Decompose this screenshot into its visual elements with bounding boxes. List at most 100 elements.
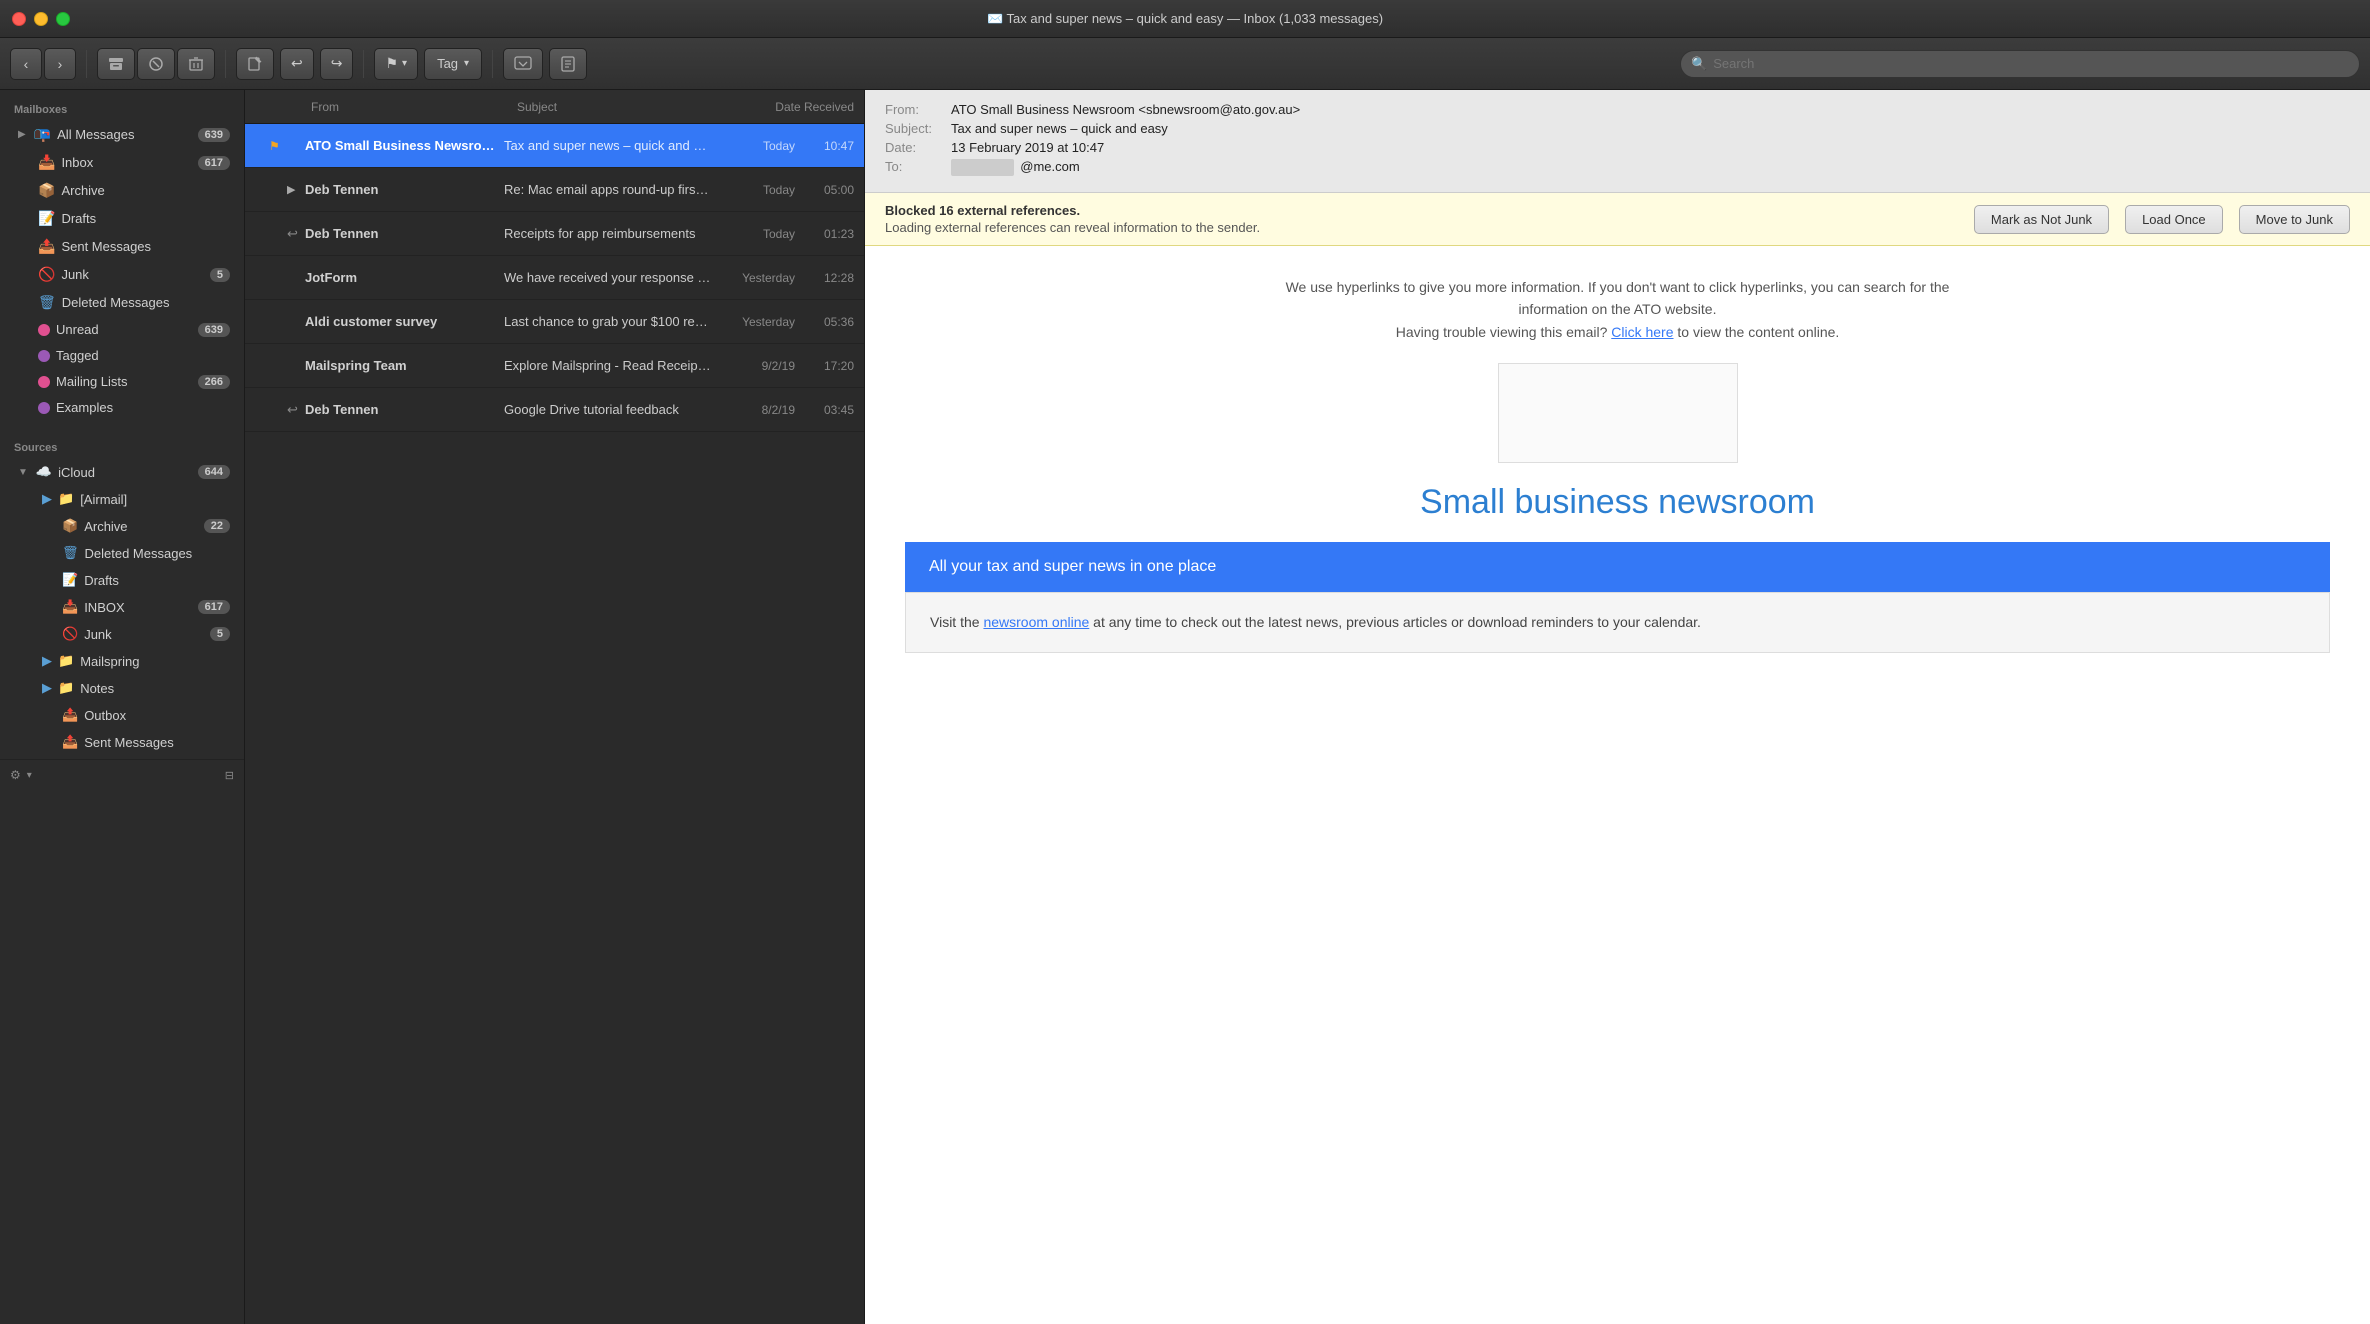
sidebar-item-tagged[interactable]: Tagged xyxy=(4,343,240,368)
delete-button[interactable] xyxy=(177,48,215,80)
info-line-4: to view the content online. xyxy=(1677,324,1839,340)
table-row[interactable]: ↩ Deb Tennen Google Drive tutorial feedb… xyxy=(245,388,864,432)
message-from: Deb Tennen xyxy=(305,402,500,417)
table-row[interactable]: ⚑ ATO Small Business Newsroom Tax and su… xyxy=(245,124,864,168)
inbox-icon: 📥 xyxy=(38,154,55,171)
search-icon: 🔍 xyxy=(1691,56,1707,72)
table-row[interactable]: ▶ Deb Tennen Re: Mac email apps round-up… xyxy=(245,168,864,212)
deleted-icon: 🗑 xyxy=(38,294,56,311)
sidebar-item-airmail[interactable]: ▶ 📁 [Airmail] xyxy=(4,486,240,512)
sidebar-item-mailing-lists[interactable]: Mailing Lists 266 xyxy=(4,369,240,394)
subject-column-header: Subject xyxy=(517,100,688,114)
mailspring-folder-icon: 📁 xyxy=(58,653,74,669)
sidebar-item-inbox[interactable]: 📥 Inbox 617 xyxy=(4,149,240,176)
message-subject: Tax and super news – quick and easy xyxy=(504,138,711,153)
sidebar-item-icloud-drafts[interactable]: 📝 Drafts xyxy=(4,567,240,593)
load-once-button[interactable]: Load Once xyxy=(2125,205,2223,234)
table-row[interactable]: Aldi customer survey Last chance to grab… xyxy=(245,300,864,344)
to-value: ██████ xyxy=(951,159,1014,176)
email-info-text: We use hyperlinks to give you more infor… xyxy=(905,276,2330,343)
reply-icon xyxy=(514,56,532,72)
sidebar-item-label: Sent Messages xyxy=(84,735,230,750)
email-subblock: Visit the newsroom online at any time to… xyxy=(905,592,2330,652)
junk-badge: 5 xyxy=(210,268,230,282)
note-icon-button[interactable] xyxy=(549,48,587,80)
unread-dot-indicator xyxy=(255,141,265,151)
newsroom-link[interactable]: newsroom online xyxy=(983,614,1089,630)
sources-header: Sources xyxy=(0,428,244,458)
message-from: Deb Tennen xyxy=(305,226,500,241)
compose-button[interactable] xyxy=(236,48,274,80)
replied-icon: ↩ xyxy=(287,402,301,418)
message-subject: Explore Mailspring - Read Receipts & Lin… xyxy=(504,358,711,373)
message-time: 05:36 xyxy=(799,315,854,329)
sidebar-item-label: Junk xyxy=(84,627,204,642)
message-date: Today xyxy=(715,227,795,241)
sidebar-item-icloud-outbox[interactable]: 📤 Outbox xyxy=(4,702,240,728)
fullscreen-button[interactable] xyxy=(56,12,70,26)
mailing-lists-badge: 266 xyxy=(198,375,230,389)
sidebar-item-icloud-notes[interactable]: ▶ 📁 Notes xyxy=(4,675,240,701)
message-preview: From: ATO Small Business Newsroom <sbnew… xyxy=(865,90,2370,1324)
sidebar-item-archive[interactable]: 📦 Archive xyxy=(4,177,240,204)
unread-dot-indicator xyxy=(255,317,265,327)
sidebar-item-deleted[interactable]: 🗑 Deleted Messages xyxy=(4,289,240,316)
sidebar-item-label: Outbox xyxy=(84,708,230,723)
sidebar-item-unread[interactable]: Unread 639 xyxy=(4,317,240,342)
archive-button[interactable] xyxy=(97,48,135,80)
sidebar-item-label: Drafts xyxy=(61,211,230,226)
sidebar-item-examples[interactable]: Examples xyxy=(4,395,240,420)
unread-dot-indicator xyxy=(255,273,265,283)
sidebar-item-icloud-archive[interactable]: 📦 Archive 22 xyxy=(4,513,240,539)
click-here-link[interactable]: Click here xyxy=(1611,324,1673,340)
table-row[interactable]: ↩ Deb Tennen Receipts for app reimbursem… xyxy=(245,212,864,256)
junk-button[interactable] xyxy=(137,48,175,80)
inbox-badge: 617 xyxy=(198,156,230,170)
toolbar: ‹ › xyxy=(0,38,2370,90)
move-to-junk-button[interactable]: Move to Junk xyxy=(2239,205,2350,234)
notes-chevron-icon: ▶ xyxy=(42,680,52,696)
to-label: To: xyxy=(885,159,945,176)
close-button[interactable] xyxy=(12,12,26,26)
forward-button[interactable]: › xyxy=(44,48,76,80)
email-banner: All your tax and super news in one place xyxy=(905,542,2330,592)
table-row[interactable]: Mailspring Team Explore Mailspring - Rea… xyxy=(245,344,864,388)
search-input[interactable] xyxy=(1713,56,2349,71)
tag-button[interactable]: Tag ▾ xyxy=(424,48,482,80)
sidebar-item-junk[interactable]: 🚫 Junk 5 xyxy=(4,261,240,288)
warning-text: Blocked 16 external references. Loading … xyxy=(885,203,1958,235)
table-row[interactable]: JotForm We have received your response f… xyxy=(245,256,864,300)
unread-badge: 639 xyxy=(198,323,230,337)
icloud-chevron-icon: ▼ xyxy=(18,467,28,478)
sidebar-item-icloud-mailspring[interactable]: ▶ 📁 Mailspring xyxy=(4,648,240,674)
mark-not-junk-button[interactable]: Mark as Not Junk xyxy=(1974,205,2109,234)
all-messages-icon: 📭 xyxy=(34,126,51,143)
email-body: We use hyperlinks to give you more infor… xyxy=(865,246,2370,1324)
message-date: Yesterday xyxy=(715,271,795,285)
sidebar-gear-row[interactable]: ⚙ ▾ ⊟ xyxy=(0,759,244,790)
reply-icon-button[interactable] xyxy=(503,48,543,80)
sidebar-item-icloud-sent[interactable]: 📤 Sent Messages xyxy=(4,729,240,755)
sidebar-item-label: Mailspring xyxy=(80,654,230,669)
sidebar-item-icloud-junk[interactable]: 🚫 Junk 5 xyxy=(4,621,240,647)
sidebar-item-drafts[interactable]: 📝 Drafts xyxy=(4,205,240,232)
message-subject: Last chance to grab your $100 reward! xyxy=(504,314,711,329)
redo-button[interactable]: ↪ xyxy=(320,48,354,80)
sidebar-item-icloud-inbox[interactable]: 📥 INBOX 617 xyxy=(4,594,240,620)
inbox-folder-icon: 📥 xyxy=(62,599,78,615)
toolbar-separator-2 xyxy=(225,50,226,78)
back-button[interactable]: ‹ xyxy=(10,48,42,80)
sidebar-item-all-messages[interactable]: ▶ 📭 All Messages 639 xyxy=(4,121,240,148)
subject-value: Tax and super news – quick and easy xyxy=(951,121,1168,136)
chevron-icon: ▶ xyxy=(18,129,26,140)
minimize-button[interactable] xyxy=(34,12,48,26)
sidebar-item-label: Junk xyxy=(61,267,203,282)
sidebar-item-icloud-deleted[interactable]: 🗑 Deleted Messages xyxy=(4,540,240,566)
mailboxes-header: Mailboxes xyxy=(0,90,244,120)
message-date: Today xyxy=(715,139,795,153)
undo-button[interactable]: ↩ xyxy=(280,48,314,80)
sidebar-item-icloud[interactable]: ▼ ☁️ iCloud 644 xyxy=(4,459,240,485)
flag-button[interactable]: ⚑ ▾ xyxy=(374,48,418,80)
date-label: Date: xyxy=(885,140,945,155)
sidebar-item-sent-messages[interactable]: 📤 Sent Messages xyxy=(4,233,240,260)
